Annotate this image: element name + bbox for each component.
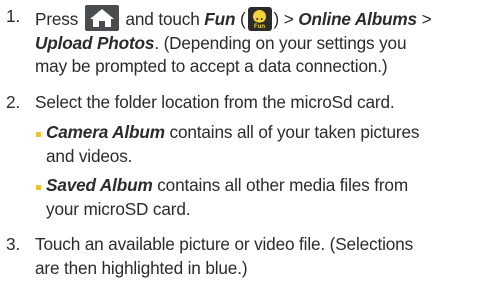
separator: > bbox=[279, 9, 299, 29]
step-line: may be prompted to accept a data connect… bbox=[35, 56, 388, 76]
step-text: Press and touch Fun (Fun) > Online Album… bbox=[35, 5, 487, 79]
instruction-page: 1. Press and touch Fun (Fun) > Online Al… bbox=[0, 0, 487, 285]
step-text-press: Press bbox=[35, 9, 79, 29]
bullet-item: Saved Album contains all other media fil… bbox=[36, 174, 487, 221]
step-2: 2. Select the folder location from the m… bbox=[0, 91, 487, 221]
step-line: Touch an available picture or video file… bbox=[35, 234, 414, 254]
saved-album-label: Saved Album bbox=[46, 175, 153, 195]
bullet-marker bbox=[36, 132, 41, 137]
bullet-text-rest: contains all other media files from bbox=[152, 175, 409, 195]
bullet-item: Camera Album contains all of your taken … bbox=[36, 121, 487, 168]
fun-icon-label: Fun bbox=[254, 24, 266, 30]
bullet-text-rest: contains all of your taken pictures bbox=[164, 122, 420, 142]
step-line: are then highlighted in blue.) bbox=[35, 257, 248, 278]
step-1: 1. Press and touch Fun (Fun) > Online Al… bbox=[0, 5, 487, 80]
bullet-text: Saved Album contains all other media fil… bbox=[46, 174, 487, 198]
bullet-text-line: your microSD card. bbox=[46, 198, 191, 219]
fun-icon: Fun bbox=[247, 7, 272, 31]
bullet-text-line: and videos. bbox=[46, 145, 133, 166]
paren-open: ( bbox=[239, 9, 246, 29]
step-line: Upload Photos. (Depending on your settin… bbox=[35, 32, 487, 56]
step-text: . (Depending on your settings you bbox=[154, 32, 407, 53]
step-text-touch: and touch bbox=[125, 9, 200, 29]
step-number: 1. bbox=[6, 6, 21, 26]
bullet-text: Camera Album contains all of your taken … bbox=[46, 121, 487, 145]
step-3: 3. Touch an available picture or video f… bbox=[0, 233, 487, 283]
smiley-face-icon bbox=[252, 10, 266, 24]
step-number: 2. bbox=[6, 92, 21, 112]
step-line: Press and touch Fun (Fun) > Online Album… bbox=[35, 5, 487, 32]
online-albums-label: Online Albums bbox=[298, 9, 417, 29]
step-text: Touch an available picture or video file… bbox=[35, 233, 487, 280]
step-number: 3. bbox=[6, 234, 21, 254]
camera-album-label: Camera Album bbox=[46, 122, 165, 142]
step-text: Select the folder location from the micr… bbox=[35, 92, 395, 112]
separator: > bbox=[416, 9, 437, 29]
home-icon bbox=[84, 5, 119, 31]
bullet-marker bbox=[36, 185, 41, 190]
fun-label: Fun bbox=[204, 9, 236, 29]
upload-photos-label: Upload Photos bbox=[35, 32, 155, 53]
